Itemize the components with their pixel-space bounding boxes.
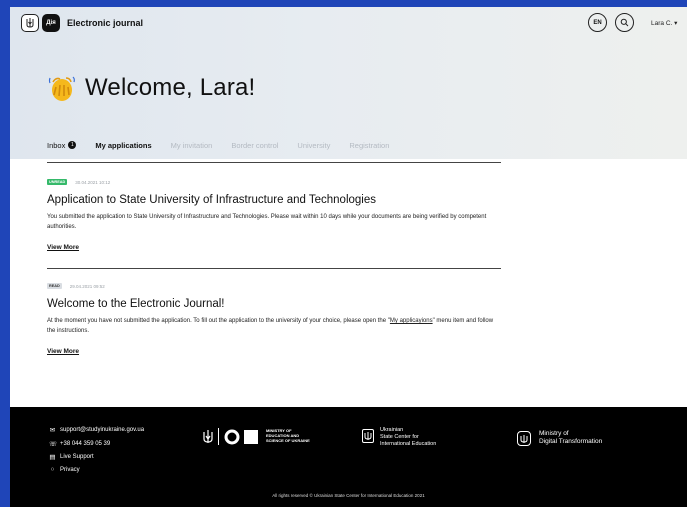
view-more-link[interactable]: View More: [47, 244, 79, 251]
status-badge: READ: [47, 283, 62, 289]
diia-logo-icon[interactable]: Дія: [42, 14, 60, 32]
language-button[interactable]: EN: [588, 13, 607, 32]
live-support-link[interactable]: Live Support: [60, 454, 94, 460]
message-title[interactable]: Application to State University of Infra…: [47, 194, 376, 206]
message-status-row: UNREAD 30.04.2021 10:12: [47, 179, 110, 185]
privacy-icon: ○: [50, 466, 55, 473]
chat-icon: ▤: [49, 454, 56, 461]
digital-ministry-icon: [517, 431, 531, 446]
email-link[interactable]: support@studyinukraine.gov.ua: [60, 427, 144, 433]
welcome-heading: Welcome, Lara!: [47, 73, 255, 103]
top-bar: Дія Electronic journal EN Lara C. ▾: [10, 7, 687, 41]
trident-logo-icon[interactable]: [21, 14, 39, 32]
footer: ✉ support@studyinukraine.gov.ua ☏ +38 04…: [10, 407, 687, 507]
app-frame: Дія Electronic journal EN Lara C. ▾ Welc…: [10, 7, 687, 507]
digital-ministry-text: Ministry of Digital Transformation: [539, 430, 602, 446]
view-more-link[interactable]: View More: [47, 348, 79, 355]
divider: [218, 428, 219, 445]
status-badge: UNREAD: [47, 179, 68, 185]
tab-inbox-label: Inbox: [47, 140, 66, 150]
message-date: 30.04.2021 10:12: [75, 179, 111, 185]
tab-my-applications[interactable]: My applications: [95, 141, 151, 150]
divider: [47, 162, 501, 163]
app-title[interactable]: Electronic journal: [67, 18, 143, 28]
hero-section: Дія Electronic journal EN Lara C. ▾ Welc…: [10, 7, 687, 159]
message-status-row: READ 29.04.2021 09:52: [47, 283, 105, 289]
copyright: All rights reserved © Ukrainian State Ce…: [272, 493, 425, 498]
digital-line: Ministry of: [539, 430, 569, 437]
message-title[interactable]: Welcome to the Electronic Journal!: [47, 298, 224, 310]
mon-line: SCIENCE OF UKRAINE: [266, 438, 310, 443]
tab-bar: Inbox 1 My applications My invitation Bo…: [47, 138, 408, 152]
center-line: State Center for: [380, 434, 419, 440]
tab-border-control[interactable]: Border control: [231, 141, 278, 150]
mon-logo-text: MINISTRY OF EDUCATION AND SCIENCE OF UKR…: [266, 428, 310, 443]
mon-logo-icon: [224, 429, 258, 445]
trident-icon: [203, 430, 213, 443]
center-line: Ukrainian: [380, 427, 404, 433]
search-icon: [620, 18, 629, 27]
privacy-link[interactable]: Privacy: [60, 467, 80, 473]
center-logo-text: Ukrainian State Center for International…: [380, 427, 436, 448]
tab-university[interactable]: University: [297, 141, 330, 150]
tab-registration[interactable]: Registration: [349, 141, 389, 150]
message-date: 29.04.2021 09:52: [69, 283, 105, 289]
footer-privacy[interactable]: ○ Privacy: [49, 466, 80, 473]
tab-my-invitation[interactable]: My invitation: [171, 141, 213, 150]
page-title: Welcome, Lara!: [85, 74, 256, 101]
waving-hand-icon: [48, 76, 75, 101]
footer-phone[interactable]: ☏ +38 044 359 05 39: [49, 440, 110, 448]
user-menu[interactable]: Lara C. ▾: [651, 19, 677, 27]
tab-inbox[interactable]: Inbox 1: [47, 140, 77, 150]
crest-icon: [362, 429, 374, 443]
divider: [47, 268, 501, 269]
digital-line: Digital Transformation: [539, 438, 603, 445]
message-body: At the moment you have not submitted the…: [47, 317, 502, 336]
message-body-text: At the moment you have not submitted the…: [47, 318, 390, 324]
footer-email[interactable]: ✉ support@studyinukraine.gov.ua: [49, 426, 144, 434]
my-applications-link[interactable]: My applicayions: [390, 318, 433, 324]
mail-icon: ✉: [49, 427, 56, 434]
footer-live-support[interactable]: ▤ Live Support: [49, 453, 94, 461]
center-line: International Education: [380, 441, 437, 447]
search-button[interactable]: [615, 13, 634, 32]
message-body: You submitted the application to State U…: [47, 214, 487, 230]
phone-link[interactable]: +38 044 359 05 39: [60, 441, 110, 447]
unread-count-badge: 1: [68, 141, 77, 149]
phone-icon: ☏: [49, 441, 58, 448]
